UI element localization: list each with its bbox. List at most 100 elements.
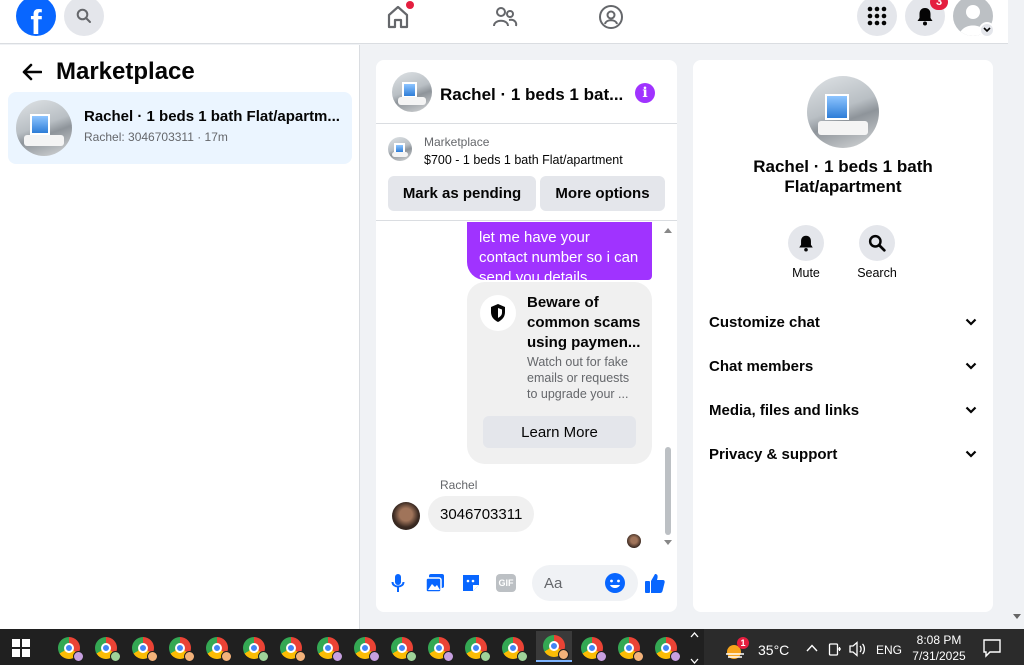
marketplace-header: Marketplace bbox=[22, 58, 195, 86]
groups-icon bbox=[599, 5, 623, 29]
more-options-button[interactable]: More options bbox=[540, 176, 665, 211]
battery-plugged-icon[interactable] bbox=[828, 641, 842, 657]
chrome-icon bbox=[428, 637, 454, 662]
message-line: let me have your bbox=[479, 229, 590, 246]
nav-friends[interactable] bbox=[483, 0, 527, 34]
chrome-icon bbox=[206, 637, 232, 662]
grid-menu-icon bbox=[867, 6, 887, 26]
chrome-icon bbox=[132, 637, 158, 662]
chrome-icon bbox=[317, 637, 343, 662]
details-avatar[interactable] bbox=[807, 76, 879, 148]
chrome-icon bbox=[502, 637, 528, 662]
listing-title[interactable]: $700 - 1 beds 1 bath Flat/apartment bbox=[424, 153, 623, 167]
chat-avatar[interactable] bbox=[392, 72, 432, 112]
chat-window: Rachel · 1 beds 1 bat... i Marketplace $… bbox=[376, 60, 677, 612]
chevron-up-icon bbox=[690, 632, 698, 638]
taskbar-chrome-5[interactable] bbox=[201, 634, 233, 662]
clock-date: 7/31/2025 bbox=[912, 649, 966, 663]
message-input-placeholder: Aa bbox=[544, 575, 563, 592]
mute-label: Mute bbox=[792, 266, 820, 280]
taskbar-chrome-15[interactable] bbox=[576, 634, 608, 662]
scrollbar-thumb[interactable] bbox=[665, 447, 671, 535]
taskbar-chrome-1[interactable] bbox=[53, 634, 85, 662]
gif-button[interactable]: GIF bbox=[496, 574, 516, 592]
taskbar-chrome-6[interactable] bbox=[238, 634, 270, 662]
section-media-files-links[interactable]: Media, files and links bbox=[709, 395, 977, 425]
taskbar-chrome-13[interactable] bbox=[497, 634, 529, 662]
chat-scrollbar[interactable] bbox=[663, 226, 673, 548]
listing-source: Marketplace bbox=[424, 135, 490, 149]
account-menu-chevron[interactable] bbox=[979, 22, 995, 38]
page-scrollbar[interactable] bbox=[1009, 44, 1024, 629]
sender-name: Rachel bbox=[440, 478, 478, 492]
message-input[interactable]: Aa bbox=[532, 565, 638, 601]
learn-more-button[interactable]: Learn More bbox=[483, 416, 636, 448]
taskbar-chrome-10[interactable] bbox=[386, 634, 418, 662]
chrome-icon bbox=[581, 637, 607, 662]
taskbar-chrome-12[interactable] bbox=[460, 634, 492, 662]
shield-icon bbox=[480, 295, 516, 331]
start-button[interactable] bbox=[12, 639, 30, 662]
details-title: Rachel · 1 beds 1 bath Flat/apartment bbox=[753, 157, 933, 196]
bell-icon bbox=[917, 8, 933, 26]
temperature[interactable]: 35°C bbox=[758, 642, 789, 658]
sender-avatar[interactable] bbox=[392, 502, 420, 530]
conversation-snippet: Rachel: 3046703311 · 17m bbox=[84, 130, 228, 144]
outgoing-message: let me have your contact number so i can… bbox=[467, 222, 652, 286]
chevron-down-icon bbox=[965, 450, 977, 458]
search-icon bbox=[76, 8, 91, 23]
back-arrow-icon[interactable] bbox=[22, 63, 42, 81]
taskbar-chrome-4[interactable] bbox=[164, 634, 196, 662]
windows-logo-icon bbox=[12, 639, 30, 657]
conversation-name: Rachel · 1 beds 1 bath Flat/apartm... bbox=[84, 108, 340, 125]
like-button[interactable] bbox=[643, 571, 667, 595]
photo-icon bbox=[425, 574, 444, 593]
taskbar-chrome-11[interactable] bbox=[423, 634, 455, 662]
voice-clip-button[interactable] bbox=[388, 572, 408, 594]
nav-groups[interactable] bbox=[589, 0, 633, 34]
notification-center-icon[interactable] bbox=[982, 638, 1002, 658]
speaker-icon[interactable] bbox=[848, 641, 868, 657]
mute-button[interactable] bbox=[788, 225, 824, 261]
chrome-icon bbox=[655, 637, 681, 662]
nav-home[interactable] bbox=[376, 0, 420, 34]
taskbar-chrome-7[interactable] bbox=[275, 634, 307, 662]
search-in-chat-button[interactable] bbox=[859, 225, 895, 261]
taskbar-chrome-active[interactable] bbox=[536, 631, 572, 662]
home-notification-dot bbox=[406, 1, 414, 9]
clock[interactable]: 8:08 PM 7/31/2025 bbox=[906, 632, 972, 664]
mark-as-pending-button[interactable]: Mark as pending bbox=[388, 176, 536, 211]
taskbar-chrome-3[interactable] bbox=[127, 634, 159, 662]
friends-icon bbox=[493, 7, 518, 27]
sticker-button[interactable] bbox=[460, 572, 482, 594]
taskbar-chrome-8[interactable] bbox=[312, 634, 344, 662]
taskbar-chrome-9[interactable] bbox=[349, 634, 381, 662]
info-icon[interactable]: i bbox=[635, 83, 655, 103]
chrome-icon bbox=[354, 637, 380, 662]
taskbar-chrome-17[interactable] bbox=[650, 634, 682, 662]
chat-title[interactable]: Rachel · 1 beds 1 bat... bbox=[440, 85, 623, 105]
section-privacy-support[interactable]: Privacy & support bbox=[709, 439, 977, 469]
chevron-down-icon bbox=[965, 406, 977, 414]
listing-banner: Marketplace $700 - 1 beds 1 bath Flat/ap… bbox=[376, 124, 677, 221]
conversation-item[interactable]: Rachel · 1 beds 1 bath Flat/apartm... Ra… bbox=[8, 92, 352, 164]
chevron-down-icon bbox=[965, 362, 977, 370]
listing-thumbnail bbox=[16, 100, 72, 156]
bell-icon bbox=[799, 235, 813, 252]
taskbar-chrome-16[interactable] bbox=[613, 634, 645, 662]
attach-photo-button[interactable] bbox=[424, 572, 446, 594]
chat-header: Rachel · 1 beds 1 bat... i bbox=[376, 60, 677, 124]
input-language[interactable]: ENG bbox=[876, 643, 902, 657]
chevron-up-icon[interactable] bbox=[806, 644, 818, 652]
taskbar-overflow-scroller[interactable] bbox=[688, 632, 700, 664]
taskbar-chrome-2[interactable] bbox=[90, 634, 122, 662]
chevron-down-icon bbox=[965, 318, 977, 326]
scam-warning-body: Watch out for fake emails or requests to… bbox=[527, 355, 630, 401]
scroll-down-arrow-icon bbox=[664, 540, 672, 545]
emoji-icon[interactable] bbox=[604, 572, 626, 594]
chrome-icon bbox=[243, 637, 269, 662]
section-chat-members[interactable]: Chat members bbox=[709, 351, 977, 381]
chrome-icon bbox=[280, 637, 306, 662]
message-list: let me have your contact number so i can… bbox=[376, 222, 677, 558]
section-customize-chat[interactable]: Customize chat bbox=[709, 307, 977, 337]
